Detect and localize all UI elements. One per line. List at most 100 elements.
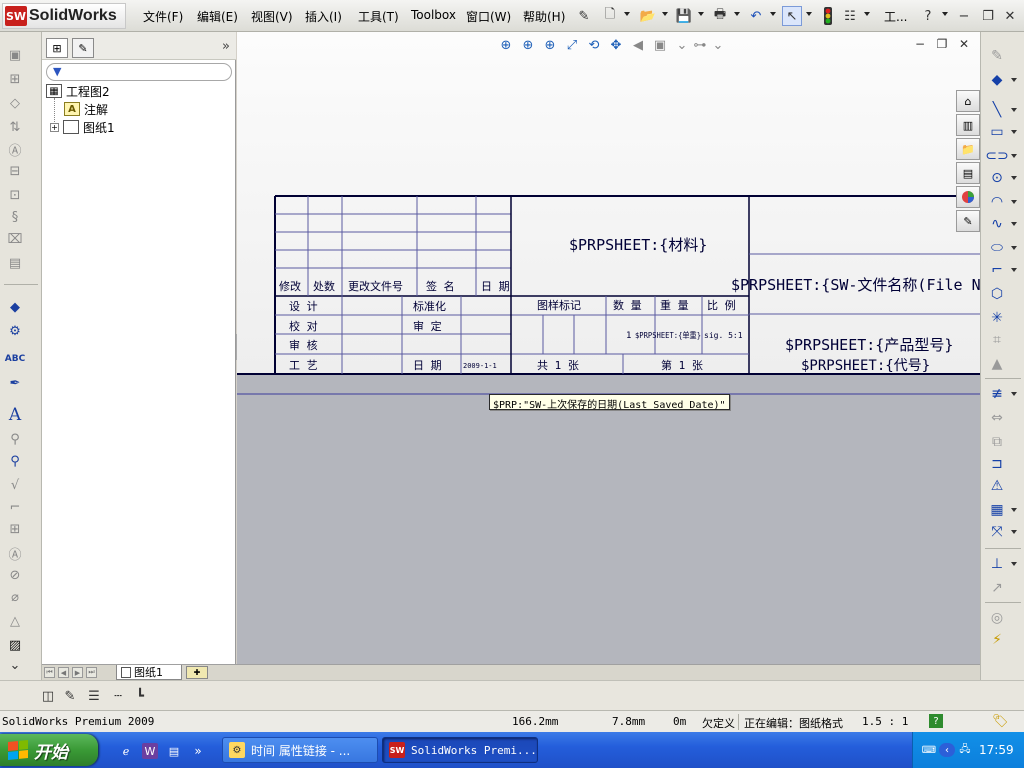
tab-sheet1[interactable]: 图纸1 (116, 665, 182, 680)
arc-icon[interactable]: ◠ (987, 192, 1007, 212)
menu-toolbox[interactable]: Toolbox (411, 8, 456, 22)
auxiliary-view-icon[interactable]: ◇ (6, 94, 24, 112)
pin-icon[interactable]: ✎ (574, 6, 594, 26)
text-icon[interactable]: ▲ (987, 354, 1007, 374)
options-dropdown-icon[interactable] (864, 12, 870, 16)
move-entities-icon[interactable]: ⤧ (987, 522, 1007, 542)
trim-entities-icon[interactable]: ≢ (987, 384, 1007, 404)
balloon-icon[interactable]: ⚲ (6, 430, 24, 448)
feature-tree-tab-icon[interactable]: ⊞ (46, 38, 68, 58)
solidworks-logo[interactable]: SW SolidWorks (2, 3, 126, 29)
note-icon[interactable]: A (6, 405, 24, 425)
model-items-icon[interactable]: ⚙ (6, 322, 24, 340)
taskbar-button-property-link[interactable]: ⚙ 时间 属性链接 - ... (222, 737, 378, 763)
tray-expand-icon[interactable]: ‹ (939, 743, 955, 757)
arc-dropdown-icon[interactable] (1011, 200, 1017, 204)
menu-help[interactable]: 帮助(H) (523, 8, 565, 25)
revision-symbol-icon[interactable]: △ (6, 612, 24, 630)
menu-insert[interactable]: 插入(I) (305, 8, 342, 25)
options-icon[interactable]: ☷ (840, 6, 860, 26)
solidworks-resources-icon[interactable]: ⌂ (956, 90, 980, 112)
internet-explorer-icon[interactable]: ℯ (118, 743, 134, 759)
centerline-icon[interactable]: ⌗ (987, 330, 1007, 350)
geometric-tolerance-icon[interactable]: ⊞ (6, 520, 24, 538)
fillet-icon[interactable]: ⌐ (987, 260, 1007, 280)
panel-expand-icon[interactable]: » (222, 39, 230, 54)
detail-view-icon[interactable]: Ⓐ (6, 140, 24, 159)
ellipse-icon[interactable]: ⬭ (987, 238, 1007, 258)
fillet-dropdown-icon[interactable] (1011, 268, 1017, 272)
app-minimize-icon[interactable]: − (954, 6, 974, 26)
keyboard-icon[interactable]: ⌨ (921, 743, 937, 757)
offset-entities-icon[interactable]: ⧉ (987, 432, 1007, 452)
rebuild-traffic-light-icon[interactable] (818, 6, 838, 26)
menu-file[interactable]: 文件(F) (143, 8, 183, 25)
move-dropdown-icon[interactable] (1011, 530, 1017, 534)
toolbar-overflow[interactable]: 工... (884, 8, 907, 25)
alternate-position-icon[interactable]: ▤ (6, 254, 24, 272)
surface-finish-icon[interactable]: √ (6, 476, 24, 494)
save-icon[interactable]: 💾 (674, 6, 694, 26)
design-library-icon[interactable]: ▥ (956, 114, 980, 136)
notepad-icon[interactable]: ▤ (166, 743, 182, 759)
crop-view-icon[interactable]: ⌧ (6, 230, 24, 248)
menu-tools[interactable]: 工具(T) (358, 8, 399, 25)
line-thickness-icon[interactable]: ☰ (84, 686, 104, 706)
quick-snaps-icon[interactable]: ◎ (987, 608, 1007, 628)
add-sheet-icon[interactable]: ✚ (186, 666, 208, 679)
previous-sheet-icon[interactable]: ◀ (58, 667, 69, 678)
smart-dimension-icon[interactable]: ◆ (6, 298, 24, 316)
new-document-dropdown-icon[interactable] (624, 12, 630, 16)
help-dropdown-icon[interactable] (942, 12, 948, 16)
custom-properties-icon[interactable]: ✎ (956, 210, 980, 232)
first-sheet-icon[interactable]: ⏮ (44, 667, 55, 678)
rectangle-icon[interactable]: ▭ (987, 122, 1007, 142)
sketch-pattern-icon[interactable]: ▦ (987, 500, 1007, 520)
auto-balloon-icon[interactable]: ⚲ (6, 452, 24, 470)
file-explorer-icon[interactable]: 📁 (956, 138, 980, 160)
wps-icon[interactable]: W (142, 743, 158, 759)
pattern-dropdown-icon[interactable] (1011, 508, 1017, 512)
view-palette-icon[interactable]: ▤ (956, 162, 980, 184)
circle-icon[interactable]: ⊙ (987, 168, 1007, 188)
menu-edit[interactable]: 编辑(E) (197, 8, 238, 25)
hide-show-edges-icon[interactable]: ┗ (130, 686, 150, 706)
hole-callout-icon[interactable]: ⌀ (6, 588, 24, 606)
break-view-icon[interactable]: § (6, 208, 24, 226)
print-icon[interactable]: 🖶 (710, 6, 730, 26)
spline-dropdown-icon[interactable] (1011, 222, 1017, 226)
start-button[interactable]: 开始 (0, 734, 98, 766)
line-color-icon[interactable]: ✎ (60, 686, 80, 706)
spline-icon[interactable]: ∿ (987, 214, 1007, 234)
help-icon[interactable]: ? (918, 6, 938, 26)
sheet-scale[interactable]: 1.5 : 1 (862, 715, 908, 728)
section-view-icon[interactable]: ⇅ (6, 118, 24, 136)
line-dropdown-icon[interactable] (1011, 108, 1017, 112)
standard-views-icon[interactable]: ⊟ (6, 162, 24, 180)
network-icon[interactable]: 🖧 (957, 743, 973, 757)
open-dropdown-icon[interactable] (662, 12, 668, 16)
graphics-area[interactable]: ⊕ ⊕ ⊕ ⤢ ⟲ ✥ ◀ ▣ ⌄ ⊶ ⌄ − ❐ ✕ $PRPSHEET:{材… (237, 32, 980, 664)
linear-pattern-icon[interactable]: ⚠ (987, 476, 1007, 496)
smart-dimension-sketch-icon[interactable]: ◆ (987, 70, 1007, 90)
broken-out-view-icon[interactable]: ⊡ (6, 186, 24, 204)
next-sheet-icon[interactable]: ▶ (72, 667, 83, 678)
app-restore-icon[interactable]: ❐ (978, 6, 998, 26)
format-painter-icon[interactable]: ✒ (6, 374, 24, 392)
app-close-icon[interactable]: ✕ (1000, 6, 1020, 26)
tags-icon[interactable]: 🏷 (992, 714, 1009, 729)
rectangle-dropdown-icon[interactable] (1011, 130, 1017, 134)
weld-symbol-icon[interactable]: ⌐ (6, 498, 24, 516)
last-sheet-icon[interactable]: ⏭ (86, 667, 97, 678)
taskbar-button-solidworks[interactable]: SW SolidWorks Premi... (382, 737, 538, 763)
area-hatch-icon[interactable]: ▨ (6, 636, 24, 654)
open-folder-icon[interactable]: 📂 (638, 6, 658, 26)
layer-properties-icon[interactable]: ◫ (38, 686, 58, 706)
polygon-icon[interactable]: ⬡ (987, 284, 1007, 304)
datum-target-icon[interactable]: ⊘ (6, 566, 24, 584)
tree-item-annotations[interactable]: A 注解 (64, 100, 108, 118)
line-icon[interactable]: ╲ (987, 100, 1007, 120)
menu-window[interactable]: 窗口(W) (466, 8, 511, 25)
undo-dropdown-icon[interactable] (770, 12, 776, 16)
relations-dropdown-icon[interactable] (1011, 562, 1017, 566)
